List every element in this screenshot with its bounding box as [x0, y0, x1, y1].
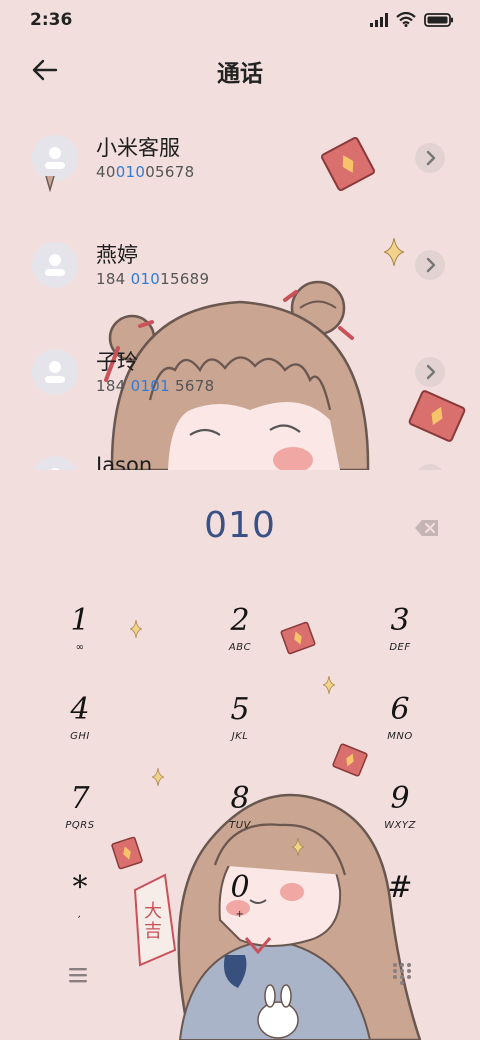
details-button[interactable]: [415, 143, 445, 173]
key-9[interactable]: 9 WXYZ: [345, 782, 455, 854]
person-icon: [50, 468, 60, 470]
dial-display: 010: [0, 505, 480, 553]
backspace-icon: [415, 520, 438, 536]
sparkle-icon: [152, 768, 164, 786]
avatar: [32, 349, 78, 395]
status-bar: 2:36: [0, 0, 480, 40]
contact-name: 小米客服: [96, 136, 180, 160]
person-icon: [45, 361, 65, 383]
key-star[interactable]: *,: [25, 871, 135, 943]
contact-name: 子玲: [96, 350, 138, 374]
delete-button[interactable]: [414, 517, 440, 539]
contact-name: 燕婷: [96, 243, 138, 267]
list-item[interactable]: 子玲 184 0101 5678: [0, 322, 480, 422]
dialed-number[interactable]: 010: [0, 505, 480, 546]
contact-list: 小米客服 4001005678 燕婷 184 01015689 子玲 184 0…: [0, 108, 480, 470]
status-time: 2:36: [30, 10, 73, 30]
details-button[interactable]: [415, 357, 445, 387]
bunny-icon: [257, 984, 299, 1039]
menu-button[interactable]: [64, 962, 92, 988]
page-title: 通话: [217, 61, 263, 87]
battery-icon: [424, 12, 454, 31]
wifi-icon: [396, 11, 416, 31]
avatar: [32, 135, 78, 181]
lucky-charm-text: 大吉: [144, 901, 162, 942]
chevron-right-icon: [415, 464, 445, 470]
key-2[interactable]: 2 ABC: [185, 604, 295, 676]
chevron-right-icon: [426, 364, 436, 380]
person-icon: [45, 254, 65, 276]
key-6[interactable]: 6 MNO: [345, 693, 455, 765]
list-item[interactable]: 燕婷 184 01015689: [0, 215, 480, 315]
signal-icon: [370, 12, 388, 31]
contact-number: 184 01015689: [96, 270, 210, 288]
voicemail-icon: ∞: [75, 642, 85, 653]
chevron-right-icon: [426, 257, 436, 273]
status-icons: [370, 11, 454, 31]
key-3[interactable]: 3 DEF: [345, 604, 455, 676]
key-4[interactable]: 4 GHI: [25, 693, 135, 765]
details-button[interactable]: [415, 250, 445, 280]
list-item[interactable]: Jason: [0, 429, 480, 470]
key-8[interactable]: 8 TUV: [185, 782, 295, 854]
key-0[interactable]: 0 +: [185, 871, 295, 943]
chevron-right-icon: [426, 150, 436, 166]
dialpad-toggle-button[interactable]: [392, 962, 412, 986]
dialpad-icon: [393, 963, 411, 985]
menu-icon: [69, 968, 87, 983]
key-hash[interactable]: #: [345, 871, 455, 943]
contact-number: 4001005678: [96, 163, 195, 181]
contact-name: Jason: [96, 453, 153, 470]
avatar: [32, 242, 78, 288]
key-5[interactable]: 5 JKL: [185, 693, 295, 765]
contact-number: 184 0101 5678: [96, 377, 215, 395]
person-icon: [45, 147, 65, 169]
list-item[interactable]: 小米客服 4001005678: [0, 108, 480, 208]
key-1[interactable]: 1 ∞: [25, 604, 135, 676]
avatar: [32, 456, 78, 470]
sparkle-icon: [323, 676, 335, 694]
details-button[interactable]: [415, 464, 445, 470]
header: 通话: [0, 50, 480, 90]
key-7[interactable]: 7 PQRS: [25, 782, 135, 854]
